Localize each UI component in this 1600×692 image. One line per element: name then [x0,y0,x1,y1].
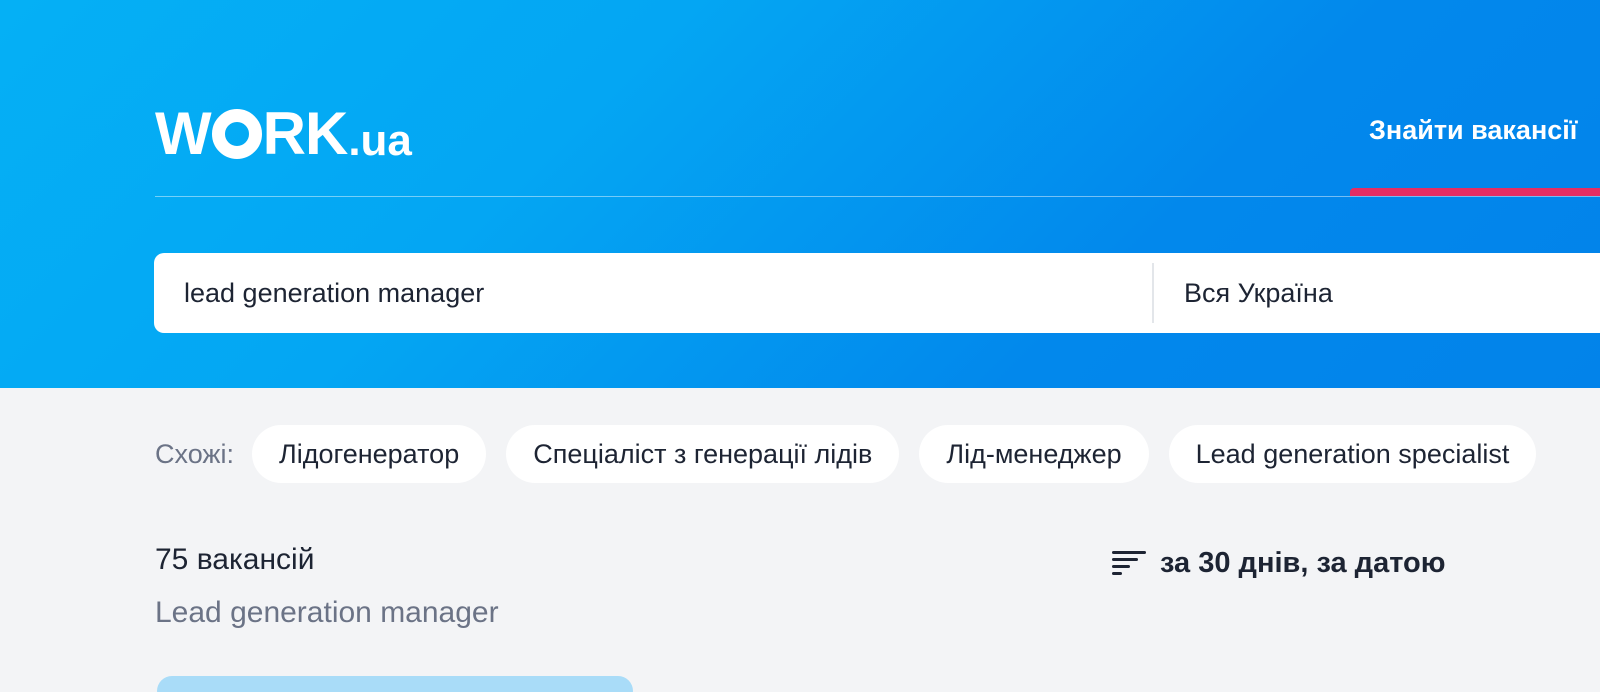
results-subtitle: Lead generation manager [155,596,499,629]
work-ua-logo[interactable]: W RK .ua [155,104,412,164]
sort-icon [1112,551,1146,575]
sort-control[interactable]: за 30 днів, за датою [1112,543,1446,583]
search-bar: lead generation manager Вся Україна [154,253,1600,333]
header-divider [155,196,1600,197]
similar-searches: Схожі: Лідогенератор Спеціаліст з генера… [155,425,1537,483]
logo-wordmark: W RK [155,100,348,167]
sort-label: за 30 днів, за датою [1160,546,1446,579]
similar-chip[interactable]: Лід-менеджер [919,425,1149,483]
header-hero: W RK .ua Знайти вакансії lead generation m… [0,0,1600,388]
nav-active-indicator [1350,188,1600,196]
similar-chip[interactable]: Lead generation specialist [1168,425,1537,483]
search-input[interactable]: lead generation manager [184,253,1134,333]
vacancy-card-peek [157,676,633,692]
similar-chip[interactable]: Лідогенератор [251,425,487,483]
nav-find-jobs[interactable]: Знайти вакансії [1369,115,1577,146]
results-count: 75 вакансій [155,543,315,576]
search-divider [1152,263,1154,323]
similar-chip[interactable]: Спеціаліст з генерації лідів [506,425,900,483]
logo-suffix: .ua [348,116,412,165]
similar-label: Схожі: [155,438,234,469]
region-select[interactable]: Вся Україна [1184,253,1333,333]
logo-o-ring [211,109,262,159]
